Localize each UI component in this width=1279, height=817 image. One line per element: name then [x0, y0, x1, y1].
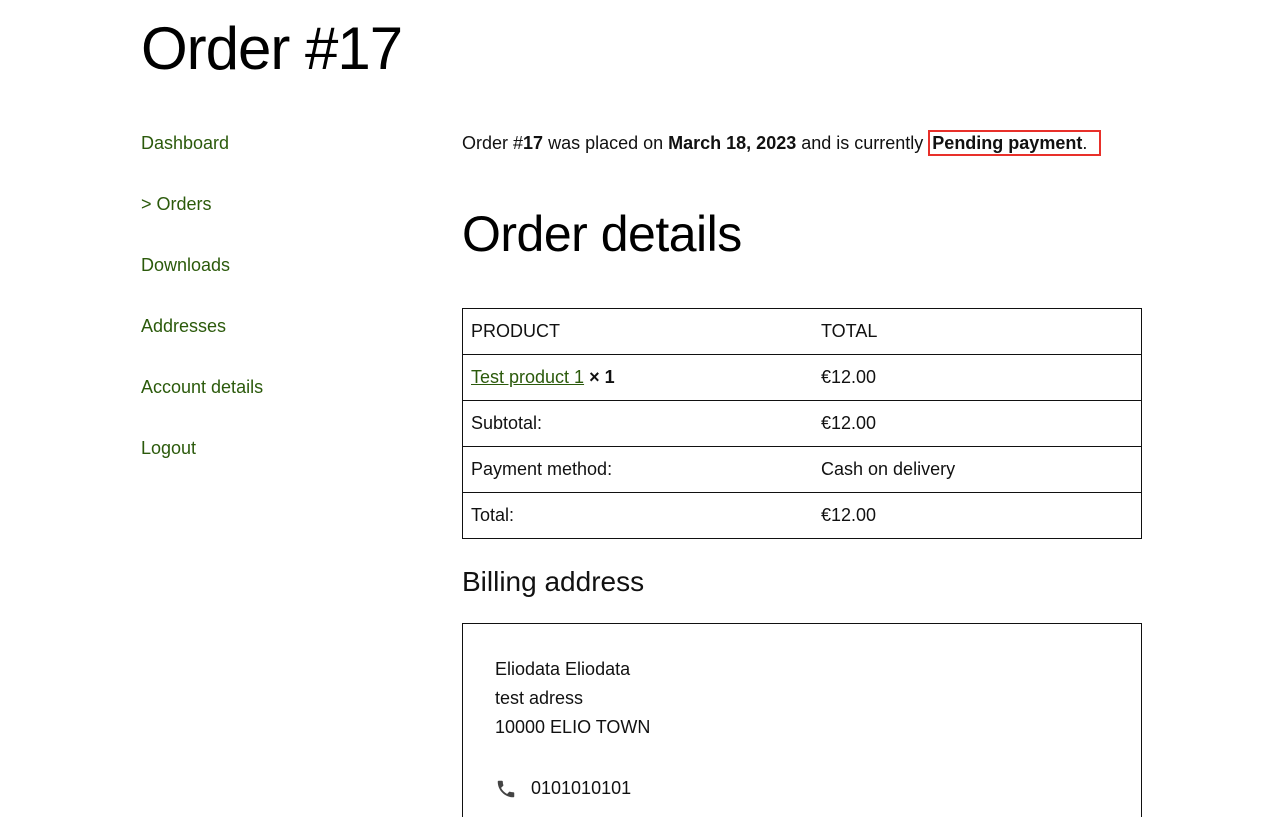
nav-logout-label: Logout	[141, 438, 197, 458]
nav-orders[interactable]: > Orders	[141, 187, 401, 248]
product-cell: Test product 1 × 1	[462, 354, 813, 401]
total-label: Total:	[462, 492, 813, 539]
nav-downloads-label: Downloads	[141, 255, 231, 275]
order-date: March 18, 2023	[668, 133, 797, 153]
order-content: Order #17 was placed on March 18, 2023 a…	[462, 126, 1142, 817]
payment-method-value: Cash on delivery	[813, 446, 1142, 493]
billing-street: test adress	[495, 688, 584, 708]
subtotal-label: Subtotal:	[462, 400, 813, 447]
subtotal-value: €12.00	[813, 400, 1142, 447]
billing-phone: 0101010101	[531, 778, 632, 798]
nav-addresses-label: Addresses	[141, 316, 227, 336]
phone-icon	[497, 780, 515, 797]
payment-method-label: Payment method:	[462, 446, 813, 493]
order-details-table: PRODUCT TOTAL Test product 1 × 1 €12.00 …	[462, 308, 1142, 539]
account-navigation: Dashboard > Orders Downloads Addresses A…	[141, 126, 401, 492]
order-summary: Order #17 was placed on March 18, 2023 a…	[462, 126, 1142, 160]
page-title: Order #17	[141, 15, 403, 82]
table-row-total: Total: €12.00	[462, 492, 1142, 539]
nav-orders-label: > Orders	[141, 194, 212, 214]
billing-address-box: Eliodata Eliodata test adress 10000 ELIO…	[462, 623, 1142, 817]
nav-logout[interactable]: Logout	[141, 431, 401, 492]
nav-account-details-label: Account details	[141, 377, 264, 397]
summary-status-text: and is currently	[796, 133, 929, 153]
summary-prefix: Order #	[462, 133, 524, 153]
nav-account-details[interactable]: Account details	[141, 370, 401, 431]
order-details-title: Order details	[462, 206, 742, 262]
header-product: PRODUCT	[462, 308, 813, 355]
product-quantity: × 1	[589, 367, 615, 387]
order-status: Pending payment	[932, 133, 1083, 153]
table-row-payment-method: Payment method: Cash on delivery	[462, 446, 1142, 493]
table-row-subtotal: Subtotal: €12.00	[462, 400, 1142, 447]
header-total: TOTAL	[813, 308, 1142, 355]
order-number: 17	[523, 133, 544, 153]
product-link[interactable]: Test product 1	[471, 367, 584, 387]
table-header-row: PRODUCT TOTAL	[462, 308, 1142, 355]
product-total: €12.00	[813, 354, 1142, 401]
summary-end: .	[1082, 133, 1088, 153]
table-row-product: Test product 1 × 1 €12.00	[462, 354, 1142, 401]
nav-addresses[interactable]: Addresses	[141, 309, 401, 370]
billing-address-title: Billing address	[462, 566, 645, 597]
nav-downloads[interactable]: Downloads	[141, 248, 401, 309]
nav-dashboard[interactable]: Dashboard	[141, 126, 401, 187]
billing-phone-row: 0101010101	[495, 774, 631, 803]
address-lines: Eliodata Eliodata test adress 10000 ELIO…	[495, 655, 650, 742]
total-value: €12.00	[813, 492, 1142, 539]
order-status-highlight: Pending payment.	[928, 130, 1102, 156]
billing-city: 10000 ELIO TOWN	[495, 717, 651, 737]
summary-placed-text: was placed on	[543, 133, 669, 153]
nav-dashboard-label: Dashboard	[141, 133, 230, 153]
billing-name: Eliodata Eliodata	[495, 659, 631, 679]
